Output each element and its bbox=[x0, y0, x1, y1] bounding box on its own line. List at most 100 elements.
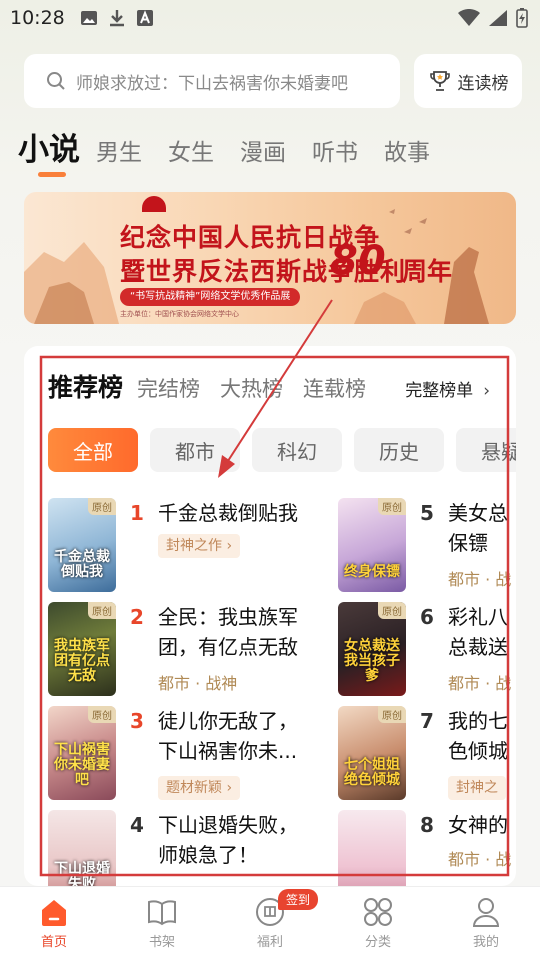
full-list-link[interactable]: 完整榜单 › bbox=[405, 376, 490, 401]
rank-number: 5 bbox=[420, 501, 434, 525]
book-title: 美女总保镖 bbox=[448, 501, 508, 555]
search-icon bbox=[47, 72, 65, 90]
book-cover: 下山退婚失败 bbox=[48, 810, 116, 886]
nav-bookshelf-label: 书架 bbox=[148, 935, 175, 950]
tab-novel[interactable]: 小说 bbox=[18, 124, 80, 169]
original-badge: 原创 bbox=[378, 706, 406, 723]
nav-bookshelf[interactable]: 书架 bbox=[108, 887, 216, 960]
genre-history[interactable]: 历史 bbox=[354, 428, 444, 472]
tab-serial[interactable]: 连载榜 bbox=[303, 373, 366, 403]
cover-title: 下山退婚失败 bbox=[54, 861, 110, 887]
book-cover bbox=[338, 810, 406, 886]
book-item[interactable]: 原创 女总裁送我当孩子爹 6 彩礼八总裁送 都市 · 战 bbox=[338, 602, 516, 702]
reading-rank-button[interactable]: 连读榜 bbox=[414, 54, 522, 108]
nav-welfare-label: 福利 bbox=[256, 935, 283, 950]
original-badge: 原创 bbox=[378, 602, 406, 619]
book-cover: 原创 七个姐姐绝色倾城 bbox=[338, 706, 406, 800]
book-item[interactable]: 原创 七个姐姐绝色倾城 7 我的七色倾城 封神之 bbox=[338, 706, 516, 806]
book-title: 千金总裁倒贴我 bbox=[158, 501, 298, 525]
nav-category[interactable]: 分类 bbox=[324, 887, 432, 960]
search-placeholder: 师娘求放过：下山去祸害你未婚妻吧 bbox=[76, 73, 348, 94]
genre-mystery[interactable]: 悬疑 bbox=[456, 428, 516, 472]
book-item[interactable]: 原创 终身保镖 5 美女总保镖 都市 · 战 bbox=[338, 498, 516, 598]
cover-title: 终身保镖 bbox=[344, 564, 400, 580]
book-item[interactable]: 原创 我虫族军团有亿点无敌 2 全民：我虫族军团，有亿点无敌 都市 · 战神 bbox=[48, 602, 308, 702]
tab-story[interactable]: 故事 bbox=[384, 133, 430, 167]
banner-number: 80 bbox=[330, 238, 386, 284]
book-tag[interactable]: 题材新颖 › bbox=[158, 776, 241, 800]
active-tab-indicator bbox=[38, 172, 66, 177]
category-tabs: 小说 男生 女生 漫画 听书 故事 bbox=[18, 124, 456, 169]
rank-number: 3 bbox=[130, 709, 144, 733]
cover-title: 女总裁送我当孩子爹 bbox=[344, 638, 400, 684]
full-list-label: 完整榜单 bbox=[405, 381, 474, 401]
cover-title: 我虫族军团有亿点无敌 bbox=[54, 638, 110, 684]
home-icon bbox=[42, 900, 66, 926]
book-meta: 都市 · 战 bbox=[448, 674, 512, 693]
genre-urban[interactable]: 都市 bbox=[150, 428, 240, 472]
reading-rank-label: 连读榜 bbox=[457, 73, 509, 94]
book-item[interactable]: 原创 千金总裁倒贴我 1 千金总裁倒贴我 封神之作 › bbox=[48, 498, 308, 598]
wifi-icon bbox=[458, 9, 480, 26]
book-icon bbox=[148, 900, 176, 926]
nav-home-label: 首页 bbox=[40, 935, 67, 950]
promo-banner[interactable]: 纪念中国人民抗日战争 暨世界反法西斯战争胜利 80 周年 “书写抗战精神”网络文… bbox=[24, 192, 516, 324]
book-title: 女神的 bbox=[448, 813, 508, 837]
book-tag[interactable]: 封神之 bbox=[448, 776, 506, 800]
book-item[interactable]: 下山退婚失败 4 下山退婚失败，师娘急了！ bbox=[48, 810, 308, 886]
cover-title: 千金总裁倒贴我 bbox=[54, 549, 110, 580]
genre-all[interactable]: 全部 bbox=[48, 428, 138, 472]
rank-number: 7 bbox=[420, 709, 434, 733]
battery-icon bbox=[516, 8, 528, 28]
rank-number: 8 bbox=[420, 813, 434, 837]
tab-hot[interactable]: 大热榜 bbox=[220, 373, 283, 403]
font-icon bbox=[137, 10, 153, 26]
search-input[interactable]: 师娘求放过：下山去祸害你未婚妻吧 bbox=[24, 54, 400, 108]
book-item[interactable]: 8 女神的 都市 · 战 bbox=[338, 810, 516, 886]
book-cover: 原创 下山祸害你未婚妻吧 bbox=[48, 706, 116, 800]
trophy-icon bbox=[429, 71, 450, 91]
ranking-tabs: 推荐榜 完结榜 大热榜 连载榜 bbox=[48, 368, 386, 404]
nav-profile[interactable]: 我的 bbox=[432, 887, 540, 960]
book-cover: 原创 终身保镖 bbox=[338, 498, 406, 592]
original-badge: 原创 bbox=[88, 498, 116, 515]
bottom-nav: 首页 书架 福利 签到 分类 我的 bbox=[0, 886, 540, 960]
tab-recommended[interactable]: 推荐榜 bbox=[48, 368, 123, 404]
nav-welfare[interactable]: 福利 签到 bbox=[216, 887, 324, 960]
user-icon bbox=[472, 898, 500, 927]
nav-home[interactable]: 首页 bbox=[0, 887, 108, 960]
signin-badge[interactable]: 签到 bbox=[278, 889, 319, 910]
book-cover: 原创 我虫族军团有亿点无敌 bbox=[48, 602, 116, 696]
status-time: 10:28 bbox=[10, 7, 65, 29]
chevron-right-icon: › bbox=[483, 381, 490, 401]
book-item[interactable]: 原创 下山祸害你未婚妻吧 3 徒儿你无敌了，下山祸害你未... 题材新颖 › bbox=[48, 706, 308, 806]
book-title: 下山退婚失败，师娘急了！ bbox=[158, 813, 298, 867]
tab-audiobook[interactable]: 听书 bbox=[312, 133, 358, 167]
book-tag-label: 题材新颖 bbox=[166, 780, 222, 796]
book-tag-label: 封神之 bbox=[456, 780, 498, 796]
tab-female[interactable]: 女生 bbox=[168, 133, 214, 167]
genre-scifi[interactable]: 科幻 bbox=[252, 428, 342, 472]
cover-title: 下山祸害你未婚妻吧 bbox=[54, 742, 110, 788]
banner-footer: 主办单位：中国作家协会网络文学中心 bbox=[120, 310, 239, 318]
tab-completed[interactable]: 完结榜 bbox=[137, 373, 200, 403]
book-meta: 都市 · 战神 bbox=[158, 674, 238, 693]
rank-number: 6 bbox=[420, 605, 434, 629]
book-title: 全民：我虫族军团，有亿点无敌 bbox=[158, 605, 298, 659]
book-meta: 都市 · 战 bbox=[448, 850, 512, 869]
nav-category-label: 分类 bbox=[364, 935, 391, 950]
book-cover: 原创 千金总裁倒贴我 bbox=[48, 498, 116, 592]
ranking-card: 推荐榜 完结榜 大热榜 连载榜 完整榜单 › 全部 都市 科幻 历史 悬疑 原创 … bbox=[24, 346, 516, 886]
book-title: 我的七色倾城 bbox=[448, 709, 508, 763]
cover-title: 七个姐姐绝色倾城 bbox=[344, 757, 400, 788]
genre-filter: 全部 都市 科幻 历史 悬疑 bbox=[48, 428, 516, 472]
original-badge: 原创 bbox=[88, 706, 116, 723]
tab-comic[interactable]: 漫画 bbox=[240, 133, 286, 167]
book-tag[interactable]: 封神之作 › bbox=[158, 534, 241, 558]
tab-male[interactable]: 男生 bbox=[96, 133, 142, 167]
banner-tag: “书写抗战精神”网络文学优秀作品展 bbox=[120, 288, 301, 306]
nav-profile-label: 我的 bbox=[472, 935, 499, 950]
rank-number: 4 bbox=[130, 813, 144, 837]
signal-icon bbox=[489, 10, 507, 26]
rank-number: 2 bbox=[130, 605, 144, 629]
